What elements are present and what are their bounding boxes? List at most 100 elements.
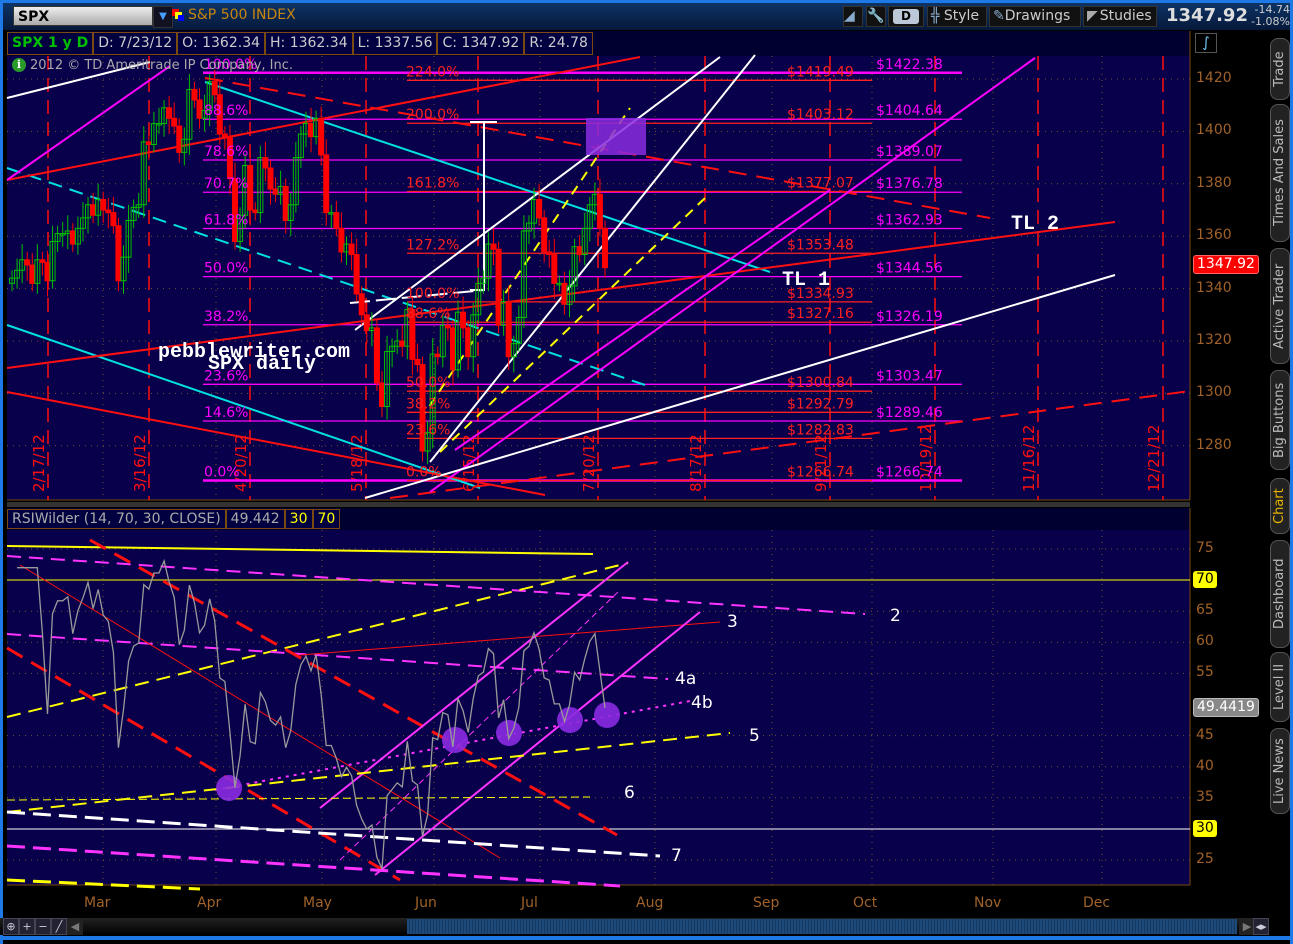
candle-down bbox=[333, 212, 340, 229]
fib-retracement-pct: 50.0% bbox=[204, 261, 248, 277]
drawing-line-icon[interactable]: ╱ bbox=[51, 918, 67, 935]
candle-down bbox=[145, 141, 152, 146]
rsi-value: 49.442 bbox=[225, 509, 285, 529]
chart-canvas[interactable]: 2/17/12 3/16/12 4/20/12 5/18/12 6/15/12 7/20/… bbox=[0, 0, 1293, 944]
fib-extension-pct: 88.6% bbox=[406, 306, 450, 322]
side-tab-level-ii[interactable]: Level II bbox=[1270, 652, 1290, 722]
side-tab-trade[interactable]: Trade bbox=[1270, 38, 1290, 100]
date-marker-label: 3/16/12 bbox=[131, 434, 149, 492]
tl1-label: TL 1 bbox=[782, 269, 830, 292]
candle-icon: ╬ bbox=[931, 8, 940, 24]
panel-resize-handle[interactable] bbox=[7, 502, 1190, 507]
expand-time-icon[interactable]: ◂▸ bbox=[1253, 918, 1269, 935]
fib-retracement-pct: 70.7% bbox=[204, 176, 248, 192]
candle-down bbox=[373, 327, 380, 384]
rsi-label-3: 3 bbox=[727, 612, 738, 632]
studies-button[interactable]: ◤ Studies bbox=[1083, 6, 1157, 27]
month-label: Jul bbox=[521, 895, 538, 911]
aggregation-label: D bbox=[893, 9, 919, 24]
rsi-label-4b: 4b bbox=[691, 693, 713, 713]
month-label: Jun bbox=[415, 895, 437, 911]
fib-extension-price: $1353.48 bbox=[787, 237, 854, 253]
rsi-study-name[interactable]: RSIWilder (14, 70, 30, CLOSE) bbox=[7, 509, 226, 529]
marker-circle bbox=[594, 702, 620, 728]
date-marker-label: 7/20/12 bbox=[580, 434, 598, 492]
date-marker-label: 8/17/12 bbox=[687, 434, 705, 492]
candle-down bbox=[171, 117, 178, 127]
rsi-axis-tick: 45 bbox=[1196, 726, 1214, 743]
bar-date: D: 7/23/12 bbox=[93, 32, 178, 55]
candle-down bbox=[546, 251, 553, 256]
date-marker-label: 2/17/12 bbox=[30, 434, 48, 492]
fib-extension-price: $1282.83 bbox=[787, 422, 854, 438]
style-button[interactable]: ╬ Style bbox=[927, 6, 987, 27]
fib-extension-pct: 0.0% bbox=[406, 465, 442, 481]
side-tab-live-news[interactable]: Live News bbox=[1270, 728, 1290, 814]
side-tab-dashboard[interactable]: Dashboard bbox=[1270, 540, 1290, 648]
fib-retracement-price: $1266.74 bbox=[876, 465, 943, 481]
candle-down bbox=[348, 243, 355, 256]
info-icon[interactable]: i bbox=[12, 58, 26, 72]
month-label: Aug bbox=[636, 895, 664, 911]
aggregation-button[interactable]: D bbox=[888, 6, 924, 27]
scroll-left-button[interactable]: ◀ bbox=[67, 918, 83, 935]
candle-down bbox=[44, 261, 51, 282]
candle-down bbox=[505, 301, 512, 358]
rsi-overbought-value: 70 bbox=[312, 509, 341, 529]
candle-down bbox=[39, 259, 46, 263]
tl2-label: TL 2 bbox=[1011, 213, 1059, 236]
candle-down bbox=[338, 227, 345, 253]
side-tab-active-trader[interactable]: Active Trader bbox=[1270, 248, 1290, 364]
bar-low: L: 1337.56 bbox=[352, 32, 438, 55]
month-label: Apr bbox=[197, 895, 222, 911]
candle-down bbox=[460, 311, 467, 329]
zoom-in-icon[interactable]: + bbox=[19, 918, 35, 935]
scrollbar-thumb[interactable] bbox=[407, 919, 1237, 934]
candle-down bbox=[176, 125, 183, 153]
zoom-out-icon[interactable]: − bbox=[35, 918, 51, 935]
fib-extension-pct: 200.0% bbox=[406, 107, 459, 123]
fib-extension-price: $1327.16 bbox=[787, 306, 854, 322]
candle-down bbox=[602, 227, 608, 269]
fib-retracement-pct: 78.6% bbox=[204, 144, 248, 160]
candle-down bbox=[541, 217, 548, 253]
drawings-button[interactable]: ✎Drawings bbox=[989, 6, 1081, 27]
month-label: Mar bbox=[84, 895, 111, 911]
fib-retracement-price: $1362.93 bbox=[876, 213, 943, 229]
fib-retracement-price: $1404.64 bbox=[876, 103, 943, 119]
fib-extension-pct: 127.2% bbox=[406, 237, 459, 253]
fib-extension-pct: 23.6% bbox=[406, 422, 450, 438]
bar-range: R: 24.78 bbox=[524, 32, 593, 55]
month-label: Nov bbox=[974, 895, 1002, 911]
candle-down bbox=[267, 167, 274, 190]
fib-retracement-pct: 88.6% bbox=[204, 103, 248, 119]
studies-icon: ◤ bbox=[1087, 8, 1098, 24]
chart-settings-icon[interactable]: ◢ bbox=[843, 6, 863, 27]
candle-down bbox=[561, 282, 568, 305]
candle-down bbox=[465, 327, 472, 358]
chart-title[interactable]: SPX 1 y D bbox=[7, 32, 94, 55]
copyright-text: 2012 © TD Ameritrade IP Company, Inc. bbox=[30, 58, 294, 73]
candle-down bbox=[399, 340, 406, 347]
fib-extension-price: $1419.49 bbox=[787, 64, 854, 80]
side-tab-chart[interactable]: Chart bbox=[1270, 478, 1290, 534]
wrench-icon[interactable]: 🔧 bbox=[866, 6, 886, 27]
candle-down bbox=[434, 353, 441, 358]
candle-down bbox=[272, 188, 279, 195]
candle-down bbox=[29, 264, 36, 284]
candle-down bbox=[90, 204, 97, 216]
fib-retracement-price: $1326.19 bbox=[876, 309, 943, 325]
candle-down bbox=[191, 88, 198, 101]
last-price-tag: 1347.92 bbox=[1193, 255, 1259, 274]
side-tab-times-and-sales[interactable]: Times And Sales bbox=[1270, 104, 1290, 242]
style-toggle-icon[interactable]: ∫ bbox=[1195, 33, 1217, 53]
candle-down bbox=[363, 314, 370, 332]
fib-extension-price: $1403.12 bbox=[787, 107, 854, 123]
crosshair-icon[interactable]: ⊕ bbox=[3, 918, 19, 935]
candle-down bbox=[24, 259, 31, 266]
candle-down bbox=[444, 324, 451, 329]
rsi-header: RSIWilder (14, 70, 30, CLOSE) 49.442 30 … bbox=[7, 509, 341, 529]
fib-extension-pct: 161.8% bbox=[406, 175, 459, 191]
side-tab-big-buttons[interactable]: Big Buttons bbox=[1270, 370, 1290, 470]
fib-extension-pct: 50.0% bbox=[406, 375, 450, 391]
